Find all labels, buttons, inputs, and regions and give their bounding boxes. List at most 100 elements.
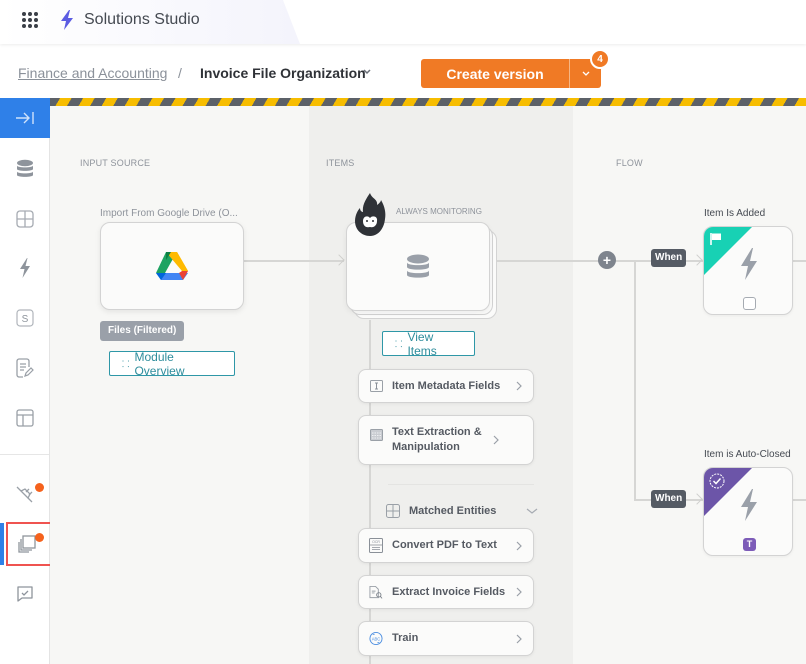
- bolt-icon: [20, 258, 30, 278]
- chevron-down-icon[interactable]: [362, 68, 372, 76]
- ocr-icon: OCR: [369, 538, 383, 553]
- sidebar-item-versions[interactable]: [2, 524, 52, 564]
- grid-icon: [16, 210, 34, 228]
- add-flow-button[interactable]: +: [598, 251, 616, 269]
- app-name: Solutions Studio: [84, 11, 200, 28]
- chevron-down-icon: [526, 508, 538, 514]
- database-icon: [407, 254, 429, 278]
- create-version-button[interactable]: Create version: [421, 59, 569, 88]
- versions-icon: [18, 535, 36, 553]
- google-drive-icon: [156, 252, 188, 280]
- menu-label: Item Metadata Fields: [392, 379, 501, 392]
- convert-pdf-card[interactable]: OCR Convert PDF to Text: [358, 528, 534, 563]
- svg-text:OCR: OCR: [372, 540, 380, 544]
- monitoring-mascot-icon: [355, 193, 386, 236]
- collapse-right-icon: [16, 112, 34, 124]
- left-sidebar: S: [0, 98, 53, 664]
- text-field-icon: [369, 379, 383, 393]
- chevron-right-icon: [516, 381, 522, 391]
- integrations-notification-dot: [35, 483, 44, 492]
- train-card[interactable]: ABC Train: [358, 621, 534, 656]
- column-label-input: INPUT SOURCE: [80, 158, 151, 168]
- svg-text:ABC: ABC: [372, 636, 381, 641]
- expand-icon: ⸬: [122, 359, 130, 369]
- form-edit-icon: [16, 358, 34, 378]
- layout-icon: [16, 409, 34, 427]
- processor-label: Convert PDF to Text: [392, 539, 497, 551]
- sidebar-item-tables[interactable]: [0, 199, 50, 239]
- doc-search-icon: [369, 585, 383, 599]
- files-filtered-tag: Files (Filtered): [100, 321, 185, 341]
- sidebar-item-layouts[interactable]: [0, 398, 50, 438]
- breadcrumb-current[interactable]: Invoice File Organization: [200, 65, 366, 81]
- sidebar-item-review[interactable]: [0, 574, 50, 614]
- connector-line: [634, 260, 636, 500]
- connector-line: [793, 499, 806, 501]
- sidebar-item-databases[interactable]: [0, 149, 50, 189]
- flow-column: [573, 106, 806, 664]
- trigger-label: Item Is Added: [704, 208, 766, 219]
- trigger-footer-badge: T: [743, 538, 756, 551]
- sidebar-item-solutions[interactable]: S: [0, 298, 50, 338]
- always-monitoring-label: ALWAYS MONITORING: [396, 207, 482, 216]
- sidebar-divider: [0, 454, 49, 455]
- chevron-right-icon: [493, 435, 499, 445]
- plug-icon: [16, 486, 33, 503]
- chevron-down-icon: [582, 71, 589, 76]
- column-label-flow: FLOW: [616, 158, 643, 168]
- text-extraction-card[interactable]: Text Extraction & Manipulation: [358, 415, 534, 465]
- trigger-footer-checkbox[interactable]: [743, 297, 756, 310]
- module-overview-label: Module Overview: [134, 349, 185, 378]
- view-items-button[interactable]: ⸬ View Items: [382, 329, 475, 358]
- trigger-card-item-auto-closed[interactable]: T: [703, 467, 793, 556]
- input-source-caption: Import From Google Drive (O...: [100, 208, 238, 219]
- item-metadata-fields-card[interactable]: Item Metadata Fields: [358, 369, 534, 403]
- bolt-icon: [741, 489, 757, 521]
- when-tag: When: [651, 249, 687, 267]
- google-drive-source-card[interactable]: [100, 222, 244, 310]
- keyboard-icon: [369, 428, 383, 442]
- breadcrumb-bar: Finance and Accounting / Invoice File Or…: [0, 44, 806, 98]
- sidebar-item-automations[interactable]: [0, 248, 50, 288]
- when-tag: When: [651, 490, 687, 508]
- input-source-column: [50, 106, 309, 664]
- menu-label: Text Extraction & Manipulation: [392, 426, 482, 453]
- breadcrumb-parent-link[interactable]: Finance and Accounting: [18, 65, 167, 81]
- top-header: Solutions Studio: [0, 0, 806, 44]
- sidebar-item-forms[interactable]: [0, 348, 50, 388]
- flag-icon: [710, 233, 721, 245]
- trigger-label: Item is Auto-Closed: [704, 449, 791, 460]
- chevron-right-icon: [516, 634, 522, 643]
- module-overview-button[interactable]: ⸬ Module Overview: [109, 349, 235, 378]
- sidebar-collapse-button[interactable]: [0, 98, 50, 138]
- view-items-label: View Items: [407, 329, 437, 358]
- matched-entities-divider: [388, 484, 534, 485]
- connector-line: [244, 260, 344, 262]
- database-icon: [17, 159, 33, 177]
- trigger-card-item-added[interactable]: [703, 226, 793, 315]
- notification-badge: 4: [590, 49, 610, 69]
- processor-label: Extract Invoice Fields: [392, 585, 506, 598]
- s-box-icon: S: [16, 309, 34, 327]
- app-launcher-icon[interactable]: [22, 12, 38, 28]
- chat-check-icon: [17, 586, 33, 602]
- extract-invoice-fields-card[interactable]: Extract Invoice Fields: [358, 575, 534, 609]
- check-circle-icon: [709, 473, 725, 489]
- draft-hazard-stripe: [50, 98, 806, 106]
- abc-train-icon: ABC: [369, 631, 383, 646]
- bolt-icon: [741, 248, 757, 280]
- processor-label: Train: [392, 632, 419, 644]
- grid-icon: [386, 504, 400, 518]
- matched-entities-toggle[interactable]: Matched Entities: [386, 502, 538, 520]
- chevron-right-icon: [516, 587, 522, 597]
- breadcrumb-separator: /: [178, 65, 182, 81]
- connector-line: [793, 260, 806, 262]
- brand-bolt-icon: [61, 10, 73, 30]
- matched-entities-label: Matched Entities: [409, 505, 497, 517]
- expand-icon: ⸬: [395, 339, 403, 349]
- column-label-items: ITEMS: [326, 158, 355, 168]
- chevron-right-icon: [516, 541, 522, 550]
- svg-text:S: S: [22, 314, 29, 325]
- versions-notification-dot: [35, 533, 44, 542]
- sidebar-item-integrations[interactable]: [0, 474, 50, 514]
